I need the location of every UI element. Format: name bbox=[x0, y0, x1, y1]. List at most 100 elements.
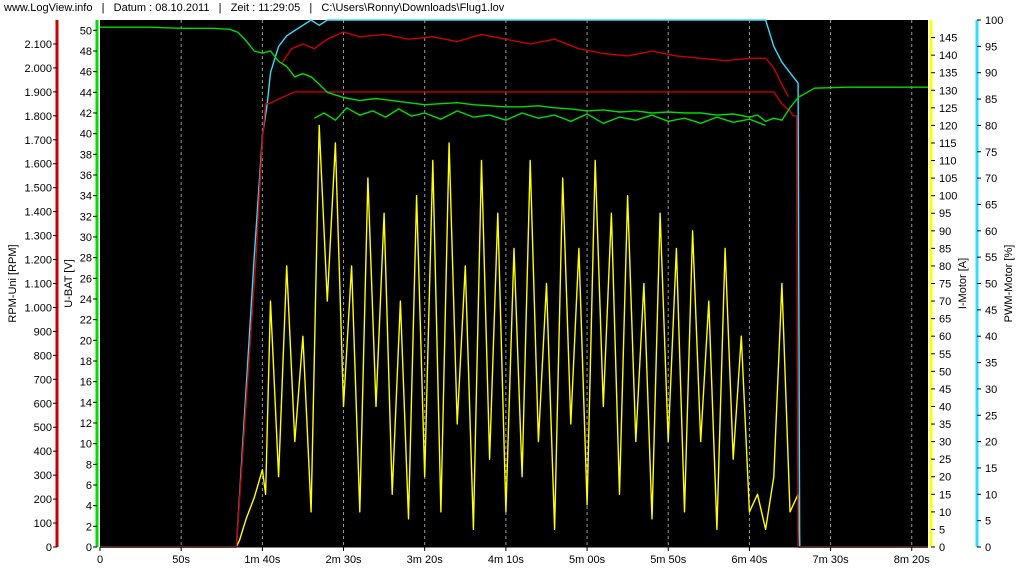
y-tick-label-ubat: 30 bbox=[80, 232, 92, 244]
log-chart: 01002003004005006007008009001.0001.1001.… bbox=[7, 15, 1015, 566]
y-tick-label-imotor: 30 bbox=[939, 437, 951, 449]
y-tick-label-pwm: 35 bbox=[985, 358, 997, 370]
y-tick-label-imotor: 145 bbox=[939, 33, 957, 45]
y-tick-label-ubat: 42 bbox=[80, 108, 92, 120]
y-tick-label-pwm: 45 bbox=[985, 305, 997, 317]
y-tick-label-imotor: 85 bbox=[939, 243, 951, 255]
y-tick-label-rpm: 200 bbox=[34, 494, 52, 506]
y-tick-label-ubat: 28 bbox=[80, 253, 92, 265]
y-tick-label-pwm: 95 bbox=[985, 41, 997, 53]
y-tick-label-ubat: 24 bbox=[80, 294, 92, 306]
x-tick-label: 4m 10s bbox=[488, 554, 525, 566]
y-tick-label-ubat: 4 bbox=[86, 501, 92, 513]
plot-area bbox=[100, 20, 928, 547]
y-tick-label-imotor: 90 bbox=[939, 226, 951, 238]
y-tick-label-rpm: 1.500 bbox=[24, 183, 52, 195]
y-tick-label-imotor: 75 bbox=[939, 279, 951, 291]
y-tick-label-pwm: 85 bbox=[985, 94, 997, 106]
y-tick-label-pwm: 20 bbox=[985, 437, 997, 449]
y-tick-label-ubat: 44 bbox=[80, 87, 92, 99]
y-tick-label-rpm: 900 bbox=[34, 326, 52, 338]
y-tick-label-ubat: 36 bbox=[80, 170, 92, 182]
y-tick-label-ubat: 8 bbox=[86, 459, 92, 471]
x-tick-label: 1m 40s bbox=[244, 554, 281, 566]
x-tick-label: 6m 40s bbox=[731, 554, 768, 566]
y-tick-label-rpm: 1.800 bbox=[24, 111, 52, 123]
y-tick-label-ubat: 10 bbox=[80, 439, 92, 451]
y-axis-title-ubat: U-BAT [V] bbox=[63, 259, 75, 308]
y-tick-label-pwm: 90 bbox=[985, 68, 997, 80]
y-tick-label-imotor: 140 bbox=[939, 50, 957, 62]
y-tick-label-imotor: 25 bbox=[939, 454, 951, 466]
y-tick-label-imotor: 10 bbox=[939, 507, 951, 519]
y-tick-label-ubat: 12 bbox=[80, 418, 92, 430]
y-tick-label-ubat: 26 bbox=[80, 273, 92, 285]
y-tick-label-rpm: 1.400 bbox=[24, 207, 52, 219]
y-tick-label-ubat: 38 bbox=[80, 149, 92, 161]
y-tick-label-imotor: 105 bbox=[939, 173, 957, 185]
y-tick-label-pwm: 30 bbox=[985, 384, 997, 396]
y-tick-label-rpm: 800 bbox=[34, 350, 52, 362]
y-tick-label-rpm: 1.300 bbox=[24, 231, 52, 243]
x-axis: 0 50s 1m 40s 2m 30s 3m 20s 4m 10s 5m 00s 5m 50s… bbox=[97, 546, 931, 566]
y-tick-label-imotor: 55 bbox=[939, 349, 951, 361]
y-tick-label-ubat: 48 bbox=[80, 46, 92, 58]
y-tick-label-pwm: 50 bbox=[985, 279, 997, 291]
y-tick-label-pwm: 70 bbox=[985, 173, 997, 185]
y-tick-label-rpm: 100 bbox=[34, 518, 52, 530]
y-tick-label-rpm: 2.100 bbox=[24, 39, 52, 51]
y-tick-label-ubat: 34 bbox=[80, 191, 92, 203]
y-tick-label-pwm: 65 bbox=[985, 199, 997, 211]
y-tick-label-imotor: 20 bbox=[939, 472, 951, 484]
y-tick-label-pwm: 5 bbox=[985, 516, 991, 528]
y-tick-label-rpm: 1.100 bbox=[24, 279, 52, 291]
y-tick-label-imotor: 110 bbox=[939, 156, 957, 168]
y-tick-label-imotor: 125 bbox=[939, 103, 957, 115]
y-tick-label-rpm: 1.200 bbox=[24, 255, 52, 267]
y-tick-label-rpm: 600 bbox=[34, 398, 52, 410]
x-tick-label: 8m 20s bbox=[894, 554, 931, 566]
y-tick-label-pwm: 60 bbox=[985, 226, 997, 238]
y-tick-label-ubat: 46 bbox=[80, 67, 92, 79]
x-tick-label: 7m 30s bbox=[813, 554, 850, 566]
y-axis-title-rpm: RPM-Uni [RPM] bbox=[7, 244, 19, 322]
y-tick-label-ubat: 32 bbox=[80, 211, 92, 223]
y-tick-label-imotor: 35 bbox=[939, 419, 951, 431]
y-tick-label-pwm: 55 bbox=[985, 252, 997, 264]
y-tick-label-ubat: 6 bbox=[86, 480, 92, 492]
y-axis-title-pwm: PWM-Motor [%] bbox=[1003, 245, 1015, 323]
y-tick-label-ubat: 18 bbox=[80, 356, 92, 368]
y-tick-label-rpm: 1.900 bbox=[24, 87, 52, 99]
x-tick-label: 5m 50s bbox=[650, 554, 687, 566]
x-tick-label: 2m 30s bbox=[325, 554, 362, 566]
y-tick-label-ubat: 40 bbox=[80, 129, 92, 141]
x-tick-label: 5m 00s bbox=[569, 554, 606, 566]
y-tick-label-imotor: 100 bbox=[939, 191, 957, 203]
y-tick-label-imotor: 45 bbox=[939, 384, 951, 396]
y-tick-label-rpm: 1.000 bbox=[24, 302, 52, 314]
y-tick-label-rpm: 700 bbox=[34, 374, 52, 386]
y-tick-label-imotor: 40 bbox=[939, 401, 951, 413]
x-tick-label: 0 bbox=[97, 554, 103, 566]
y-tick-label-rpm: 0 bbox=[46, 542, 52, 554]
y-tick-label-pwm: 25 bbox=[985, 410, 997, 422]
y-tick-label-pwm: 75 bbox=[985, 147, 997, 159]
y-tick-label-rpm: 400 bbox=[34, 446, 52, 458]
y-tick-label-ubat: 2 bbox=[86, 521, 92, 533]
y-tick-label-rpm: 300 bbox=[34, 470, 52, 482]
y-tick-label-ubat: 0 bbox=[86, 542, 92, 554]
y-tick-label-imotor: 5 bbox=[939, 524, 945, 536]
y-tick-label-imotor: 120 bbox=[939, 120, 957, 132]
y-tick-label-rpm: 1.700 bbox=[24, 135, 52, 147]
y-tick-label-imotor: 70 bbox=[939, 296, 951, 308]
y-tick-label-imotor: 15 bbox=[939, 489, 951, 501]
y-tick-label-ubat: 16 bbox=[80, 377, 92, 389]
y-tick-label-rpm: 1.600 bbox=[24, 159, 52, 171]
y-axis-title-imotor: I-Motor [A] bbox=[957, 258, 969, 309]
y-tick-label-imotor: 0 bbox=[939, 542, 945, 554]
y-tick-label-ubat: 22 bbox=[80, 315, 92, 327]
y-tick-label-pwm: 80 bbox=[985, 120, 997, 132]
y-tick-label-pwm: 40 bbox=[985, 331, 997, 343]
y-tick-label-imotor: 65 bbox=[939, 314, 951, 326]
y-tick-label-rpm: 2.000 bbox=[24, 63, 52, 75]
